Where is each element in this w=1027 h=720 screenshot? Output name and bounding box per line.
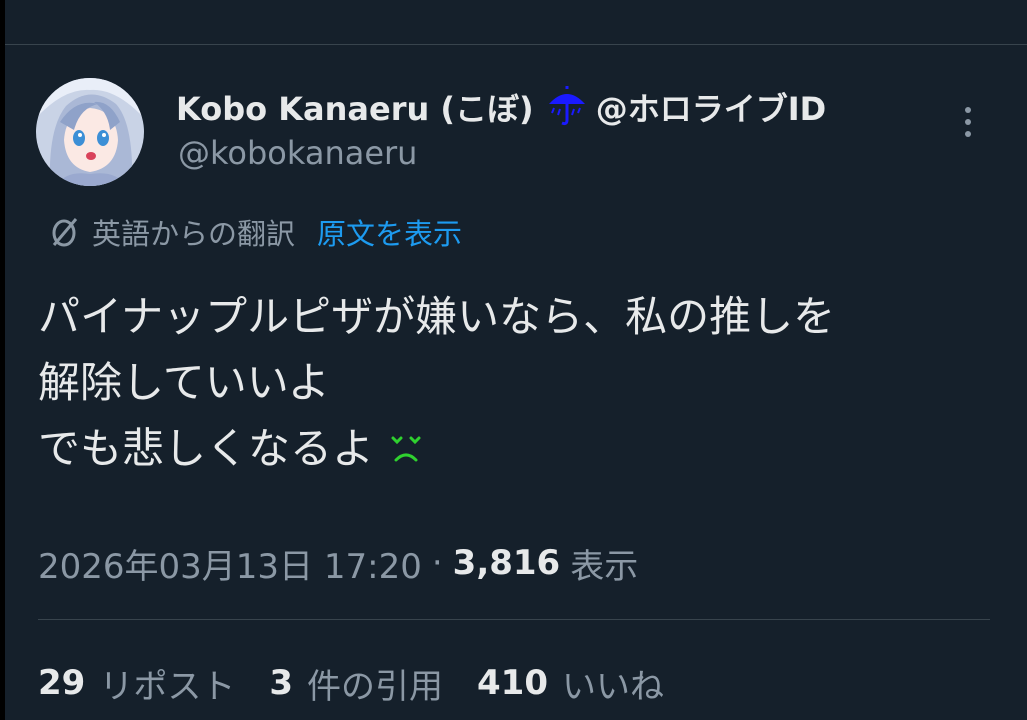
engagement-stats: 29 リポスト 3 件の引用 410 いいね [38, 659, 698, 708]
tweet-line-text: でも悲しくなるよ [38, 424, 375, 473]
top-divider [5, 44, 1027, 45]
likes-stat[interactable]: 410 いいね [477, 659, 664, 708]
translation-label: 英語からの翻訳 [92, 217, 296, 251]
quotes-stat[interactable]: 3 件の引用 [269, 659, 443, 708]
more-icon-dot [965, 119, 971, 125]
more-icon-dot [965, 131, 971, 137]
author-display-name[interactable]: Kobo Kanaeru (こぼ) @ホロライブID [176, 84, 826, 130]
tweet-line-last: でも悲しくなるよ [38, 416, 998, 482]
likes-label: いいね [561, 666, 664, 707]
timestamp[interactable]: 2026年03月13日 17:20 [38, 539, 422, 588]
reposts-stat[interactable]: 29 リポスト [38, 659, 235, 708]
translation-notice: 英語からの翻訳 原文を表示 [48, 210, 462, 254]
translate-icon [52, 218, 78, 247]
author-name-suffix: @ホロライブID [595, 90, 827, 128]
reposts-count: 29 [38, 663, 86, 703]
more-icon [965, 107, 971, 113]
avatar[interactable] [36, 78, 144, 186]
likes-count: 410 [477, 663, 548, 703]
window-edge [0, 0, 5, 720]
meta-separator: · [431, 543, 443, 583]
sad-face-emoji-icon [391, 436, 421, 462]
umbrella-icon [548, 86, 585, 126]
tweet-line: 解除していいよ [38, 358, 330, 407]
author-name: Kobo Kanaeru (こぼ) [176, 90, 534, 128]
view-count: 3,816 [452, 543, 561, 583]
view-label: 表示 [570, 546, 639, 587]
tweet-meta: 2026年03月13日 17:20 · 3,816 表示 [38, 539, 639, 588]
author-handle[interactable]: @kobokanaeru [178, 134, 417, 172]
tweet-text: パイナップルピザが嫌いなら、私の推しを 解除していいよ でも悲しくなるよ [38, 284, 998, 482]
stats-divider [38, 619, 990, 620]
quotes-label: 件の引用 [307, 666, 443, 707]
previous-tweet-area [5, 0, 1027, 44]
show-original-link[interactable]: 原文を表示 [317, 211, 462, 253]
tweet-line: パイナップルピザが嫌いなら、私の推しを [38, 292, 836, 341]
quotes-count: 3 [269, 663, 293, 703]
reposts-label: リポスト [99, 666, 236, 707]
more-options-button[interactable] [952, 100, 984, 144]
